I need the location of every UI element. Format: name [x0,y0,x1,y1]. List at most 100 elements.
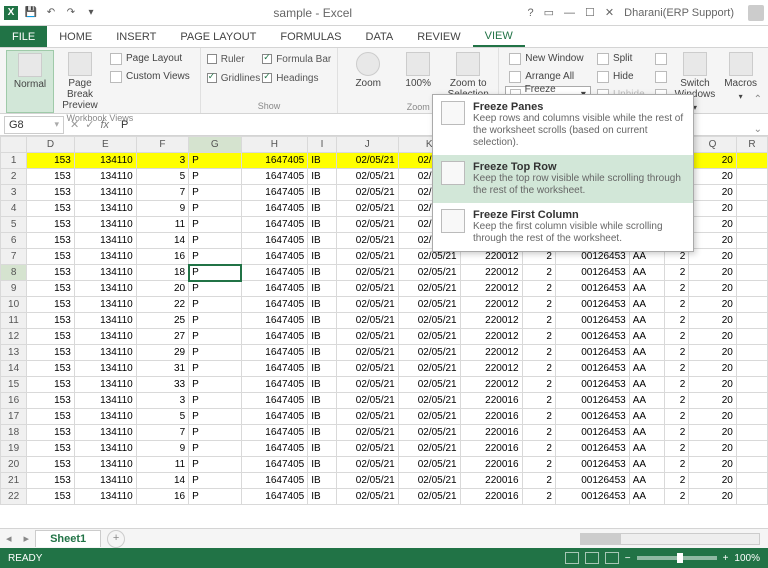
cell-O17[interactable]: AA [629,409,665,425]
cell-I16[interactable]: IB [308,393,337,409]
cell-G21[interactable]: P [189,473,241,489]
cell-R9[interactable] [736,281,767,297]
cell-G12[interactable]: P [189,329,241,345]
cell-D22[interactable]: 153 [27,489,75,505]
cell-N9[interactable]: 00126453 [555,281,629,297]
cell-Q2[interactable]: 20 [689,169,737,185]
cell-D19[interactable]: 153 [27,441,75,457]
cell-H3[interactable]: 1647405 [241,185,308,201]
cell-M20[interactable]: 2 [522,457,555,473]
cell-K14[interactable]: 02/05/21 [398,361,460,377]
cell-D13[interactable]: 153 [27,345,75,361]
select-all-corner[interactable] [1,137,27,153]
row-header-15[interactable]: 15 [1,377,27,393]
cell-I11[interactable]: IB [308,313,337,329]
normal-view-icon[interactable] [565,552,579,564]
view-side-by-side-button[interactable] [651,50,671,67]
cell-R5[interactable] [736,217,767,233]
cell-I8[interactable]: IB [308,265,337,281]
tab-data[interactable]: DATA [354,26,406,47]
cell-G13[interactable]: P [189,345,241,361]
cell-R14[interactable] [736,361,767,377]
cell-E2[interactable]: 134110 [74,169,136,185]
cell-L11[interactable]: 220012 [460,313,522,329]
col-header-Q[interactable]: Q [689,137,737,153]
cell-D4[interactable]: 153 [27,201,75,217]
cell-F13[interactable]: 29 [136,345,188,361]
cell-O11[interactable]: AA [629,313,665,329]
col-header-G[interactable]: G [189,137,241,153]
cell-G9[interactable]: P [189,281,241,297]
sync-scrolling-button[interactable] [651,68,671,85]
cell-K9[interactable]: 02/05/21 [398,281,460,297]
cell-P11[interactable]: 2 [665,313,689,329]
cell-L19[interactable]: 220016 [460,441,522,457]
cell-G22[interactable]: P [189,489,241,505]
formula-bar-checkbox[interactable]: Formula Bar [262,50,331,68]
cell-O12[interactable]: AA [629,329,665,345]
cell-H11[interactable]: 1647405 [241,313,308,329]
cell-O19[interactable]: AA [629,441,665,457]
row-header-14[interactable]: 14 [1,361,27,377]
tab-insert[interactable]: INSERT [104,26,168,47]
user-name[interactable]: Dharani(ERP Support) [624,7,734,19]
cell-D16[interactable]: 153 [27,393,75,409]
cell-J7[interactable]: 02/05/21 [336,249,398,265]
fx-icon[interactable]: fx [100,119,109,131]
cell-J20[interactable]: 02/05/21 [336,457,398,473]
tab-view[interactable]: VIEW [473,26,525,47]
cell-L14[interactable]: 220012 [460,361,522,377]
cell-E17[interactable]: 134110 [74,409,136,425]
cell-G6[interactable]: P [189,233,241,249]
cell-I13[interactable]: IB [308,345,337,361]
cell-Q14[interactable]: 20 [689,361,737,377]
cell-P16[interactable]: 2 [665,393,689,409]
cell-M9[interactable]: 2 [522,281,555,297]
cell-F10[interactable]: 22 [136,297,188,313]
cell-E16[interactable]: 134110 [74,393,136,409]
cell-K10[interactable]: 02/05/21 [398,297,460,313]
cell-K22[interactable]: 02/05/21 [398,489,460,505]
cell-F17[interactable]: 5 [136,409,188,425]
cell-G11[interactable]: P [189,313,241,329]
cell-R8[interactable] [736,265,767,281]
cell-Q5[interactable]: 20 [689,217,737,233]
row-header-22[interactable]: 22 [1,489,27,505]
cell-N19[interactable]: 00126453 [555,441,629,457]
cell-R17[interactable] [736,409,767,425]
cell-I19[interactable]: IB [308,441,337,457]
maximize-icon[interactable]: ☐ [585,6,595,19]
page-break-view-icon[interactable] [605,552,619,564]
cell-J15[interactable]: 02/05/21 [336,377,398,393]
cell-H8[interactable]: 1647405 [241,265,308,281]
cell-I7[interactable]: IB [308,249,337,265]
tab-home[interactable]: HOME [47,26,104,47]
tab-page-layout[interactable]: PAGE LAYOUT [168,26,268,47]
cell-K15[interactable]: 02/05/21 [398,377,460,393]
cell-K17[interactable]: 02/05/21 [398,409,460,425]
cell-I10[interactable]: IB [308,297,337,313]
cell-R20[interactable] [736,457,767,473]
cell-P14[interactable]: 2 [665,361,689,377]
cell-F5[interactable]: 11 [136,217,188,233]
user-avatar-icon[interactable] [748,5,764,21]
horizontal-scrollbar[interactable] [580,533,760,545]
cell-E5[interactable]: 134110 [74,217,136,233]
cell-G18[interactable]: P [189,425,241,441]
freeze-menu-item-1[interactable]: Freeze Top RowKeep the top row visible w… [433,155,693,203]
row-header-9[interactable]: 9 [1,281,27,297]
cell-F9[interactable]: 20 [136,281,188,297]
cell-Q8[interactable]: 20 [689,265,737,281]
cell-H1[interactable]: 1647405 [241,153,308,169]
page-break-preview-button[interactable]: Page Break Preview [56,50,104,113]
cell-L13[interactable]: 220012 [460,345,522,361]
cell-F7[interactable]: 16 [136,249,188,265]
cell-O14[interactable]: AA [629,361,665,377]
cell-E12[interactable]: 134110 [74,329,136,345]
row-header-10[interactable]: 10 [1,297,27,313]
headings-checkbox[interactable]: Headings [262,69,331,87]
row-header-16[interactable]: 16 [1,393,27,409]
collapse-ribbon-icon[interactable]: ⌃ [754,94,762,105]
cell-Q21[interactable]: 20 [689,473,737,489]
cell-H19[interactable]: 1647405 [241,441,308,457]
